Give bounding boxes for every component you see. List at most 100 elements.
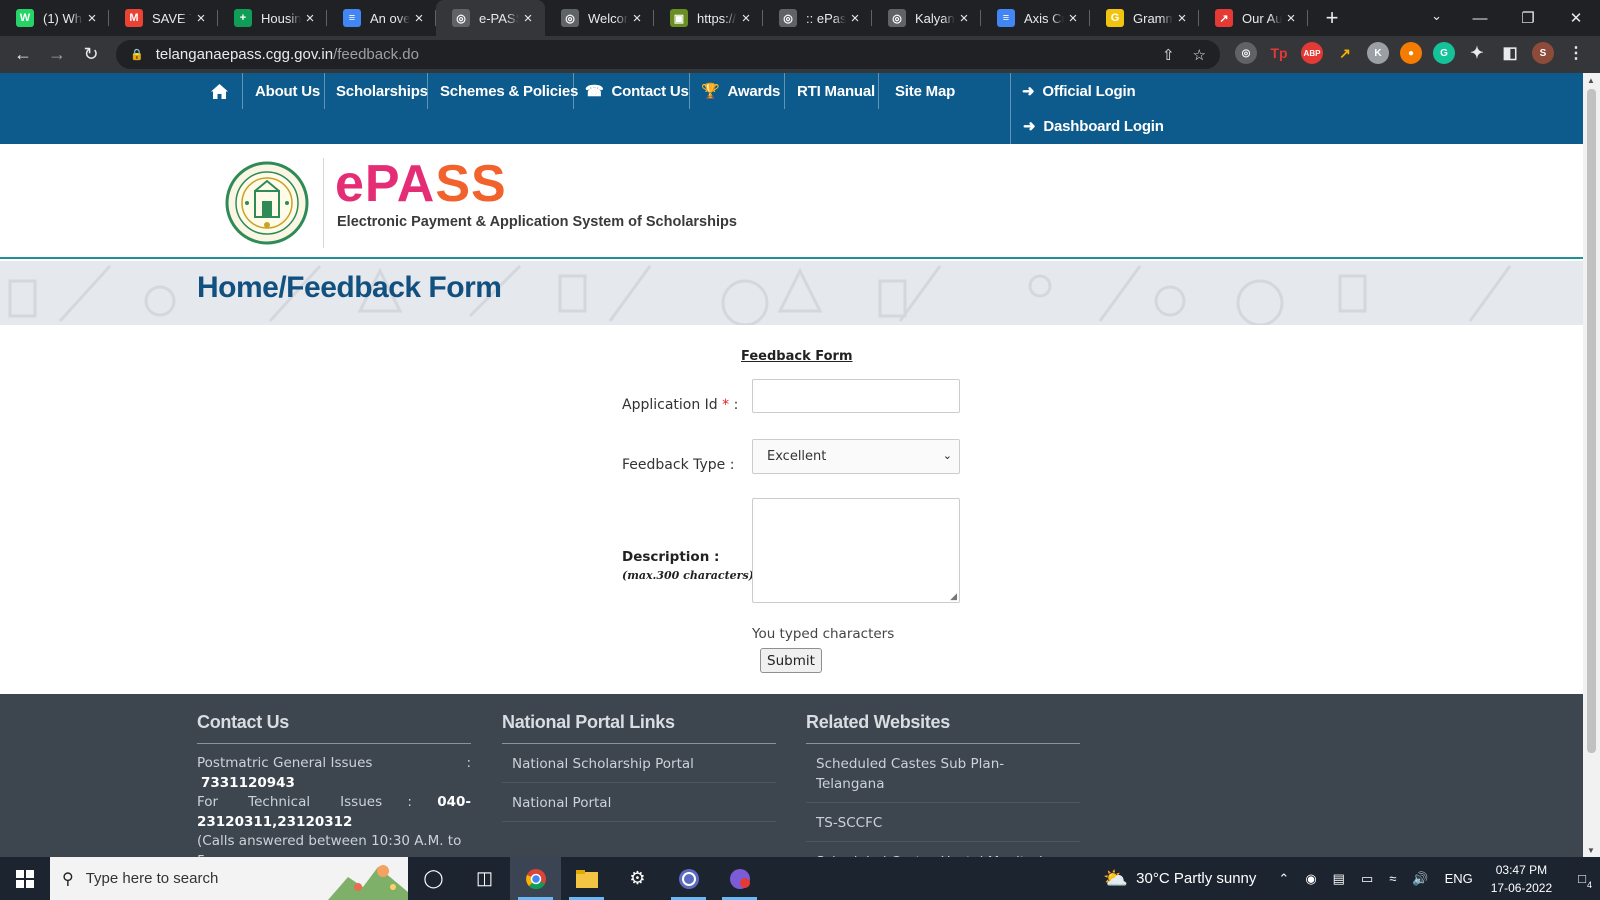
close-tab-icon[interactable]: × — [628, 10, 646, 27]
close-window-icon[interactable]: ✕ — [1552, 9, 1600, 27]
address-bar[interactable]: 🔒 telanganaepass.cgg.gov.in/feedback.do … — [116, 40, 1220, 69]
description-textarea[interactable]: ◢ — [752, 498, 960, 603]
nav-awards[interactable]: 🏆 Awards — [701, 73, 780, 109]
epass-logo: ePASS — [335, 155, 507, 213]
close-tab-icon[interactable]: × — [846, 10, 864, 27]
nav-rti-manual[interactable]: RTI Manual — [797, 73, 875, 109]
adblock-icon[interactable]: ABP — [1301, 42, 1323, 64]
page-title: Home/Feedback Form — [197, 271, 502, 304]
grammarly-icon[interactable]: G — [1433, 42, 1455, 64]
video-app-icon[interactable] — [714, 857, 765, 900]
close-tab-icon[interactable]: × — [955, 10, 973, 27]
browser-tab[interactable]: M SAVE THE× — [109, 0, 218, 36]
reload-icon[interactable]: ↻ — [74, 44, 108, 65]
puzzle-icon[interactable]: ✦ — [1466, 42, 1488, 64]
battery-icon[interactable]: ▭ — [1361, 871, 1373, 887]
nav-scholarships[interactable]: Scholarships — [336, 73, 428, 109]
browser-toolbar: ← → ↻ 🔒 telanganaepass.cgg.gov.in/feedba… — [0, 36, 1600, 73]
close-tab-icon[interactable]: × — [1064, 10, 1082, 27]
browser-tab[interactable]: + Housing× — [218, 0, 327, 36]
taskbar-search-box[interactable]: ⚲ Type here to search — [50, 857, 408, 900]
side-panel-icon[interactable]: ◧ — [1499, 42, 1521, 64]
speaker-icon[interactable]: 🔊 — [1412, 871, 1428, 887]
language-indicator[interactable]: ENG — [1445, 871, 1473, 886]
browser-tab[interactable]: W (1) WhatsApp× — [0, 0, 109, 36]
footer-related-title: Related Websites — [806, 712, 1080, 744]
page-scrollbar[interactable]: ▲ ▼ — [1583, 73, 1600, 857]
extension-k-icon[interactable]: K — [1367, 42, 1389, 64]
forward-icon[interactable]: → — [40, 44, 74, 65]
browser-tab[interactable]: ≡ Axis Credit× — [981, 0, 1090, 36]
close-tab-icon[interactable]: × — [1282, 10, 1300, 27]
wifi-icon[interactable]: ≈ — [1389, 871, 1396, 886]
close-tab-icon[interactable]: × — [519, 10, 537, 27]
close-tab-icon[interactable]: × — [301, 10, 319, 27]
browser-tab[interactable]: ◎ e-PASS× — [436, 0, 545, 36]
start-button[interactable] — [0, 857, 50, 900]
browser-tab[interactable]: ≡ An overview× — [327, 0, 436, 36]
nav-site-map[interactable]: Site Map — [895, 73, 955, 109]
docs-icon: ≡ — [343, 9, 361, 27]
restore-icon[interactable]: ❐ — [1504, 9, 1552, 27]
browser-tab[interactable]: ↗ Our Audience× — [1199, 0, 1308, 36]
site-nav-bar: About Us Scholarships Schemes & Policies… — [0, 73, 1583, 144]
scrollbar-thumb[interactable] — [1587, 89, 1596, 753]
footer-link[interactable]: TS-SCCFC — [806, 803, 1080, 842]
footer-link[interactable]: Scheduled Castes Sub Plan-Telangana — [806, 744, 1080, 803]
clock[interactable]: 03:47 PM 17-06-2022 — [1491, 861, 1552, 897]
file-explorer-icon[interactable] — [561, 857, 612, 900]
application-id-input[interactable] — [752, 379, 960, 413]
extensions-area: ◎ Tp ABP ↗ K ● G ✦ ◧ S ⋮ — [1235, 42, 1587, 64]
task-view-icon[interactable]: ◫ — [459, 857, 510, 900]
settings-gear-icon[interactable]: ⚙ — [612, 857, 663, 900]
extension-icon[interactable]: ↗ — [1334, 42, 1356, 64]
lock-icon: 🔒 — [130, 49, 144, 61]
close-tab-icon[interactable]: × — [1173, 10, 1191, 27]
extension-tp-icon[interactable]: Tp — [1268, 42, 1290, 64]
notification-icon[interactable]: □ 4 — [1578, 871, 1592, 890]
docs-icon: ≡ — [997, 9, 1015, 27]
share-icon[interactable]: ⇧ — [1162, 46, 1175, 64]
close-tab-icon[interactable]: × — [83, 10, 101, 27]
back-icon[interactable]: ← — [6, 44, 40, 65]
close-tab-icon[interactable]: × — [192, 10, 210, 27]
minimize-icon[interactable]: — — [1456, 10, 1504, 27]
chrome-taskbar-icon[interactable] — [510, 857, 561, 900]
nav-about-us[interactable]: About Us — [255, 73, 320, 109]
footer-link[interactable]: National Scholarship Portal — [502, 744, 776, 783]
app-icon[interactable] — [663, 857, 714, 900]
device-icon[interactable]: ▤ — [1333, 871, 1345, 887]
extension-icon[interactable]: ● — [1400, 42, 1422, 64]
browser-tab[interactable]: ◎:: ePass× — [763, 0, 872, 36]
record-icon[interactable]: ◉ — [1305, 871, 1316, 887]
browser-tab[interactable]: ◎ Welcome× — [545, 0, 654, 36]
browser-tab[interactable]: G Grammarly× — [1090, 0, 1199, 36]
browser-tab[interactable]: ▣ https://× — [654, 0, 763, 36]
scroll-up-icon[interactable]: ▲ — [1587, 76, 1595, 85]
nav-contact-us[interactable]: ☎ Contact Us — [585, 73, 689, 109]
more-menu-icon[interactable]: ⋮ — [1565, 42, 1587, 64]
submit-button[interactable]: Submit — [760, 648, 822, 673]
footer-link[interactable]: National Portal — [502, 783, 776, 822]
dashboard-login-link[interactable]: ➜ Dashboard Login — [1023, 108, 1164, 144]
tab-search-icon[interactable]: ⌄ — [1431, 8, 1442, 24]
scroll-down-icon[interactable]: ▼ — [1587, 846, 1595, 855]
cortana-icon[interactable]: ◯ — [408, 857, 459, 900]
footer-link[interactable]: Scheduled Castes Hostel Monitoring Syste… — [806, 842, 1080, 857]
feedback-type-select[interactable]: Excellent ⌄ — [752, 439, 960, 474]
extension-icon[interactable]: ◎ — [1235, 42, 1257, 64]
close-tab-icon[interactable]: × — [737, 10, 755, 27]
home-nav-link[interactable] — [210, 73, 229, 109]
avatar[interactable]: S — [1532, 42, 1554, 64]
nav-schemes-policies[interactable]: Schemes & Policies — [440, 73, 578, 109]
weather-widget[interactable]: ⛅ 30°C Partly sunny — [1103, 866, 1256, 891]
grammarly-icon: G — [1106, 9, 1124, 27]
close-tab-icon[interactable]: × — [410, 10, 428, 27]
official-login-link[interactable]: ➜ Official Login — [1022, 73, 1136, 109]
bookmark-star-icon[interactable]: ☆ — [1193, 46, 1206, 64]
new-tab-button[interactable]: + — [1318, 5, 1346, 31]
resize-grip-icon[interactable]: ◢ — [950, 591, 957, 602]
nav-awards-label: Awards — [727, 82, 781, 100]
browser-tab[interactable]: ◎ Kalyana× — [872, 0, 981, 36]
chevron-up-icon[interactable]: ⌃ — [1278, 871, 1289, 887]
